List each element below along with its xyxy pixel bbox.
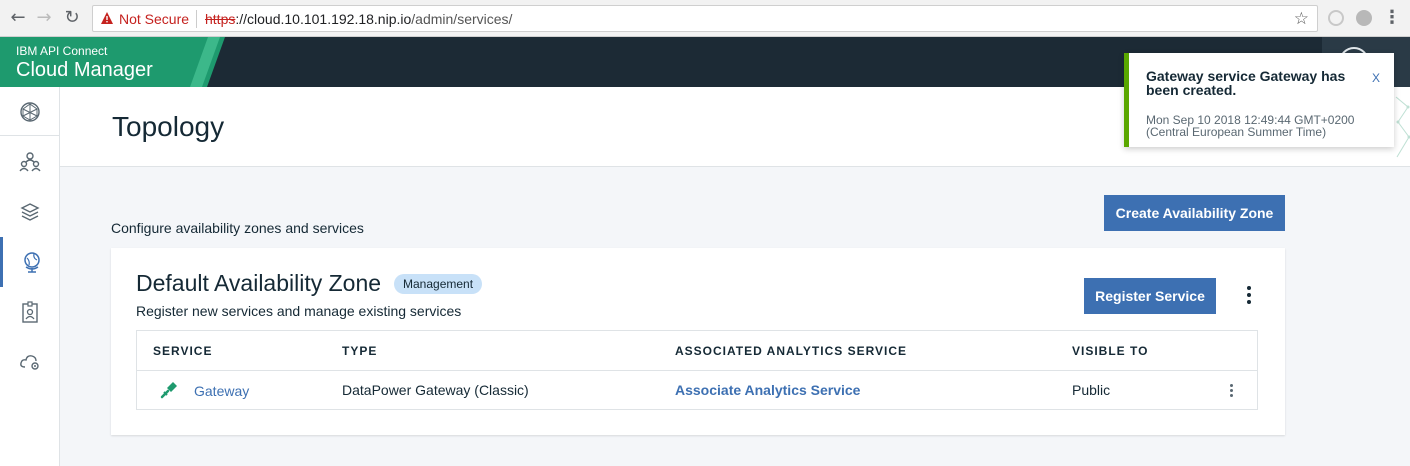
column-header-visible-to[interactable]: VISIBLE TO bbox=[1072, 344, 1148, 358]
associate-analytics-link[interactable]: Associate Analytics Service bbox=[675, 382, 860, 398]
sidebar bbox=[0, 87, 60, 466]
table-row: Gateway DataPower Gateway (Classic) Asso… bbox=[137, 371, 1257, 409]
zone-overflow-menu-icon[interactable] bbox=[1241, 282, 1257, 308]
page-subtitle: Configure availability zones and service… bbox=[111, 220, 364, 236]
service-name-link[interactable]: Gateway bbox=[194, 383, 249, 399]
browser-toolbar: ← → ↻ Not Secure https://cloud.10.101.19… bbox=[0, 0, 1410, 37]
sidebar-item-resources[interactable] bbox=[0, 187, 60, 237]
close-icon[interactable]: X bbox=[1372, 71, 1380, 85]
column-header-type[interactable]: TYPE bbox=[342, 344, 377, 358]
visible-to-value: Public bbox=[1072, 382, 1111, 398]
row-overflow-menu-icon[interactable] bbox=[1223, 377, 1239, 403]
layers-icon bbox=[20, 203, 40, 221]
globe-network-icon bbox=[20, 102, 40, 122]
success-toast: Gateway service Gateway has been created… bbox=[1124, 53, 1394, 147]
register-service-button[interactable]: Register Service bbox=[1084, 278, 1216, 314]
zone-title: Default Availability Zone bbox=[136, 270, 382, 296]
member-badge-icon bbox=[22, 301, 38, 323]
url-path: /admin/services/ bbox=[411, 11, 513, 27]
sidebar-item-members[interactable] bbox=[0, 287, 60, 337]
url-scheme: https bbox=[205, 11, 236, 27]
status-badge: Management bbox=[394, 274, 483, 294]
product-name: Cloud Manager bbox=[16, 59, 153, 81]
cloud-settings-icon bbox=[20, 355, 39, 370]
sidebar-item-topology[interactable] bbox=[0, 237, 60, 287]
brand-block[interactable]: IBM API Connect Cloud Manager bbox=[0, 37, 225, 87]
service-type: DataPower Gateway (Classic) bbox=[342, 382, 529, 398]
page-title: Topology bbox=[112, 111, 225, 142]
zone-description: Register new services and manage existin… bbox=[136, 303, 462, 319]
product-name-small: IBM API Connect bbox=[16, 44, 108, 58]
column-header-analytics[interactable]: ASSOCIATED ANALYTICS SERVICE bbox=[675, 344, 907, 358]
url-divider bbox=[196, 10, 197, 28]
not-secure-label[interactable]: Not Secure bbox=[119, 11, 189, 27]
sidebar-item-users[interactable] bbox=[0, 137, 60, 187]
users-icon bbox=[19, 152, 41, 172]
sidebar-divider bbox=[0, 135, 60, 136]
table-header: SERVICE TYPE ASSOCIATED ANALYTICS SERVIC… bbox=[137, 331, 1257, 371]
url-host: ://cloud.10.101.192.18.nip.io bbox=[235, 11, 412, 27]
gateway-service-icon bbox=[160, 382, 177, 399]
forward-arrow-icon[interactable]: → bbox=[34, 8, 54, 28]
browser-menu-icon[interactable]: ⋮ bbox=[1382, 8, 1402, 28]
create-availability-zone-button[interactable]: Create Availability Zone bbox=[1104, 195, 1285, 231]
sidebar-item-settings[interactable] bbox=[0, 337, 60, 387]
services-table: SERVICE TYPE ASSOCIATED ANALYTICS SERVIC… bbox=[136, 330, 1258, 410]
back-arrow-icon[interactable]: ← bbox=[8, 8, 28, 28]
decorative-network-graphic bbox=[1395, 96, 1410, 158]
address-bar[interactable]: Not Secure https://cloud.10.101.192.18.n… bbox=[92, 5, 1318, 32]
toast-title: Gateway service Gateway has been created… bbox=[1146, 68, 1346, 98]
reload-icon[interactable]: ↻ bbox=[62, 8, 82, 28]
availability-zone-card: Default Availability Zone Management Reg… bbox=[111, 248, 1285, 435]
extension-icon[interactable] bbox=[1328, 10, 1344, 26]
profile-icon[interactable] bbox=[1356, 10, 1372, 26]
url-text[interactable]: https://cloud.10.101.192.18.nip.io/admin… bbox=[205, 11, 512, 27]
bookmark-star-icon[interactable]: ☆ bbox=[1294, 9, 1309, 29]
warning-triangle-icon bbox=[101, 12, 113, 24]
column-header-service[interactable]: SERVICE bbox=[153, 344, 212, 358]
topology-globe-icon bbox=[23, 252, 40, 273]
toast-timestamp: Mon Sep 10 2018 12:49:44 GMT+0200 (Centr… bbox=[1146, 113, 1355, 139]
sidebar-item-dashboard[interactable] bbox=[0, 87, 60, 137]
